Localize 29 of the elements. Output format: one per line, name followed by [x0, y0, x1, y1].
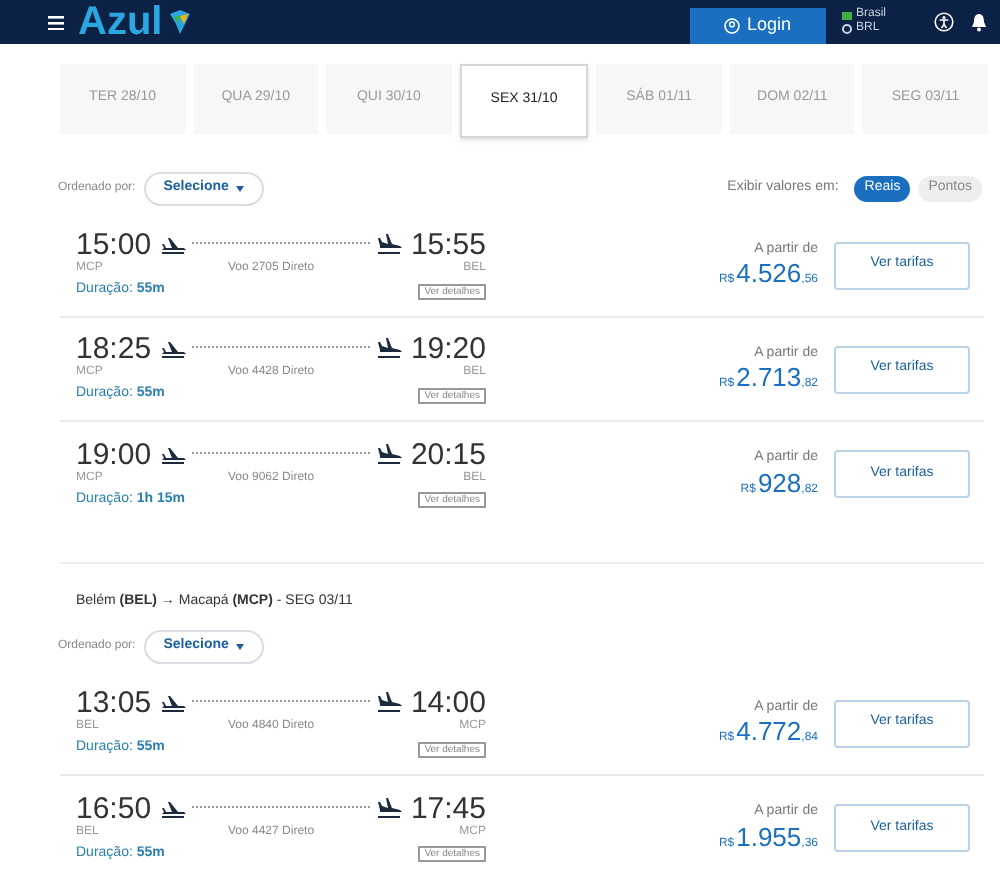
caret-icon	[236, 643, 245, 649]
landing-icon	[376, 441, 403, 466]
departure-time: 15:00	[76, 230, 152, 261]
bell-icon[interactable]	[970, 12, 988, 32]
landing-icon	[376, 795, 403, 820]
arrival-time: 14:00	[410, 688, 486, 719]
landing-icon	[376, 690, 403, 715]
arrival-time: 19:20	[410, 334, 486, 365]
departure-time: 18:25	[76, 334, 152, 365]
landing-icon	[376, 232, 403, 257]
login-button[interactable]: Login	[689, 8, 826, 44]
arrival-time: 17:45	[410, 793, 486, 824]
departure-time: 13:05	[76, 688, 152, 719]
caret-icon	[236, 185, 245, 191]
departure-time: 19:00	[76, 439, 152, 470]
takeoff-icon	[159, 336, 186, 361]
flag-icon	[841, 11, 852, 19]
takeoff-icon	[159, 232, 186, 257]
logo[interactable]: Azul	[78, 2, 163, 42]
user-icon	[724, 18, 741, 34]
takeoff-icon	[159, 690, 186, 715]
menu-icon[interactable]	[48, 15, 68, 29]
arrival-time: 15:55	[410, 230, 486, 261]
landing-icon	[376, 336, 403, 361]
accessibility-icon[interactable]	[934, 12, 954, 32]
coin-icon	[841, 24, 852, 34]
bird-icon	[166, 8, 195, 36]
arrival-time: 20:15	[410, 439, 486, 470]
departure-time: 16:50	[76, 793, 152, 824]
